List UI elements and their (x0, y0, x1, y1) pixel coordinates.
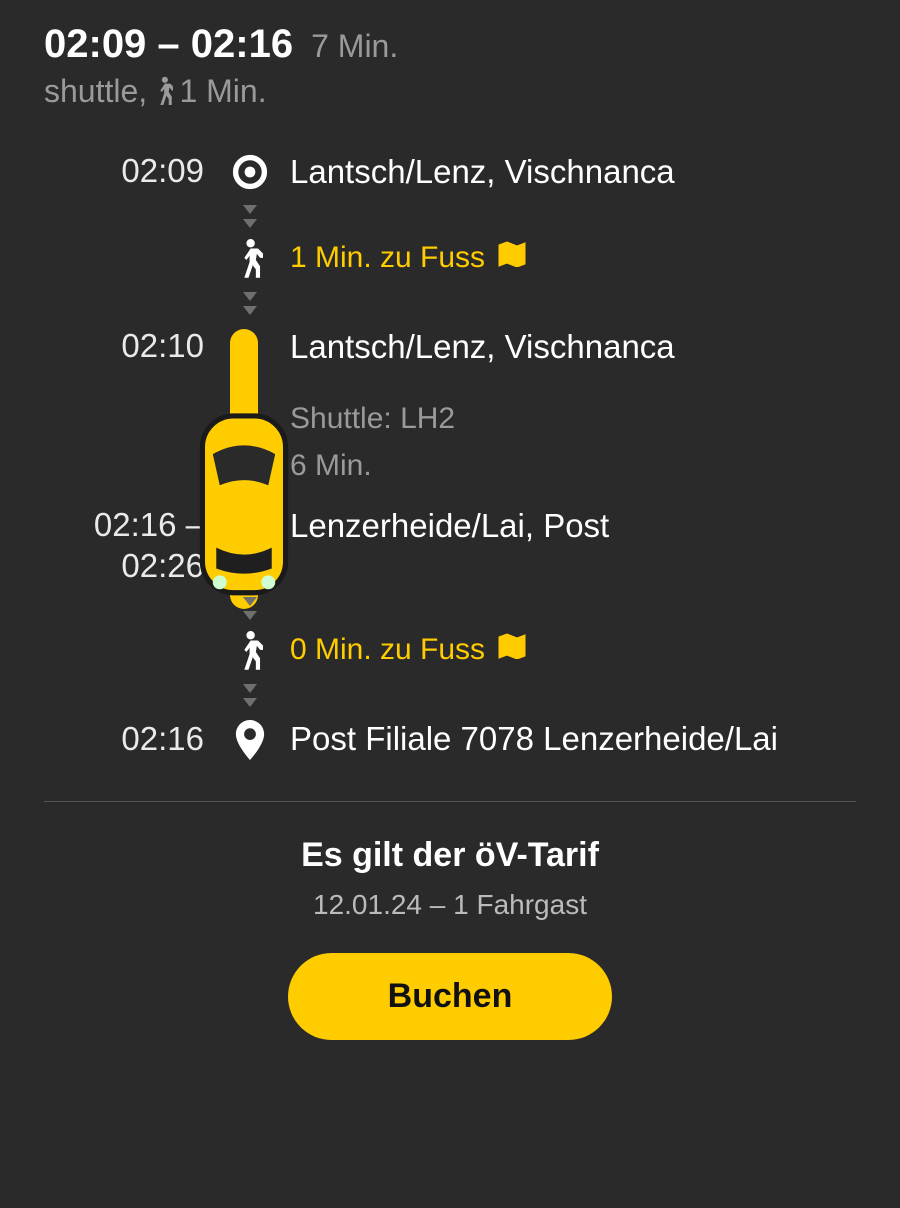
origin-time: 02:09 (44, 150, 210, 191)
trip-duration: 7 Min. (311, 28, 398, 65)
connector-dots (243, 288, 257, 319)
destination-row: 02:16 Post Filiale 7078 Lenzerheide/Lai (44, 717, 856, 762)
fare-subtitle: 12.01.24 – 1 Fahrgast (44, 889, 856, 921)
shuttle-info-row: Shuttle: LH2 6 Min. (44, 393, 856, 486)
pin-icon (235, 720, 265, 760)
walk-segment[interactable]: 0 Min. zu Fuss (44, 630, 856, 674)
trip-time-range: 02:09 – 02:16 (44, 22, 293, 67)
origin-row: 02:09 Lantsch/Lenz, Vischnanca (44, 150, 856, 195)
book-button[interactable]: Buchen (288, 953, 613, 1040)
destination-name: Post Filiale 7078 Lenzerheide/Lai (290, 717, 856, 762)
walk-text: 1 Min. zu Fuss (290, 238, 485, 279)
shuttle-start-time: 02:10 (44, 325, 210, 366)
walk-icon (237, 238, 262, 282)
walk-summary: 1 Min. (155, 73, 266, 110)
connector-dots (243, 201, 257, 232)
walk-text: 0 Min. zu Fuss (290, 630, 485, 671)
shuttle-start-row: 02:10 Lantsch/Lenz, Vischnanca (44, 325, 856, 370)
origin-name: Lantsch/Lenz, Vischnanca (290, 150, 856, 195)
trip-header: 02:09 – 02:16 7 Min. shuttle, 1 Min. (44, 22, 856, 110)
origin-icon (232, 154, 268, 190)
walk-segment[interactable]: 1 Min. zu Fuss (44, 238, 856, 282)
fare-title: Es gilt der öV-Tarif (44, 836, 856, 875)
shuttle-end-row: 02:16 – 02:26 Lenzerheide/Lai, Post (44, 504, 856, 587)
shuttle-line: Shuttle: LH2 (290, 399, 856, 440)
divider (44, 801, 856, 802)
map-icon[interactable] (497, 630, 527, 671)
shuttle-start-name: Lantsch/Lenz, Vischnanca (290, 325, 856, 370)
walk-icon (237, 630, 262, 674)
shuttle-end-time: 02:16 – 02:26 (44, 504, 210, 587)
destination-time: 02:16 (44, 718, 210, 759)
shuttle-segment: 02:10 Lantsch/Lenz, Vischnanca Shuttle: … (44, 319, 856, 587)
trip-mode: shuttle, (44, 73, 147, 110)
map-icon[interactable] (497, 238, 527, 279)
walk-icon (155, 76, 173, 108)
shuttle-duration: 6 Min. (290, 446, 856, 487)
connector-dots (243, 680, 257, 711)
shuttle-car-icon (192, 409, 296, 600)
shuttle-end-name: Lenzerheide/Lai, Post (290, 504, 856, 549)
fare-block: Es gilt der öV-Tarif 12.01.24 – 1 Fahrga… (44, 836, 856, 921)
itinerary: 02:09 Lantsch/Lenz, Vischnanca 1 Min. (44, 150, 856, 761)
